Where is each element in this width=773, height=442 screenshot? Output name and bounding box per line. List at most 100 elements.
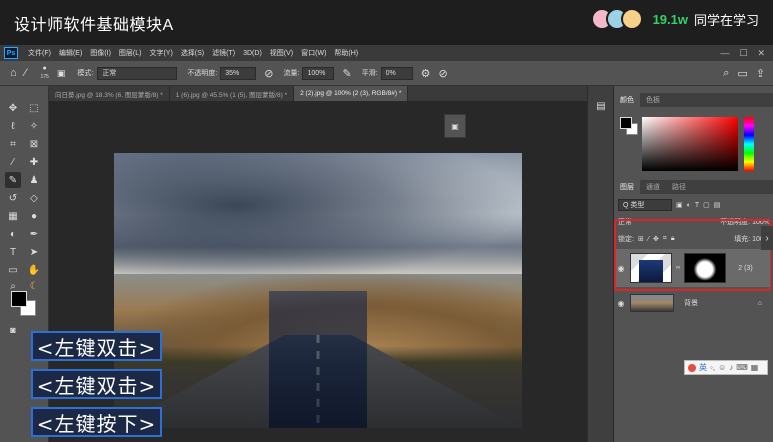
menu-select[interactable]: 选择(S)	[177, 48, 208, 58]
menu-filter[interactable]: 滤镜(T)	[208, 48, 239, 58]
ime-emoji-icon[interactable]: ☺	[718, 363, 726, 372]
tab-swatches[interactable]: 色板	[640, 95, 666, 105]
ime-mic-icon[interactable]: ♪	[729, 363, 733, 372]
brush-size: 175	[40, 74, 49, 80]
menu-view[interactable]: 视图(V)	[266, 48, 297, 58]
menu-window[interactable]: 窗口(W)	[297, 48, 330, 58]
tab-layers[interactable]: 图层	[614, 180, 640, 194]
chain-link-icon[interactable]: ∞	[676, 265, 680, 271]
home-icon[interactable]: ⌂	[10, 67, 17, 79]
gear-icon[interactable]: ⚙	[421, 67, 431, 80]
quick-select-icon[interactable]: ✧	[26, 118, 42, 134]
flow-label: 流量:	[283, 70, 300, 77]
history-panel-icon[interactable]: ▤	[593, 98, 609, 114]
move-tool-icon[interactable]: ✥	[5, 100, 21, 116]
tab-document-1[interactable]: 向日葵.jpg @ 18.3% (6, 图层蒙版/8) *	[49, 86, 170, 101]
filter-shape-icon[interactable]: ▢	[703, 201, 710, 209]
menu-layer[interactable]: 图层(L)	[115, 48, 146, 58]
banana-icon[interactable]: ☾	[26, 278, 42, 294]
history-brush-icon[interactable]: ↺	[5, 190, 21, 206]
foreground-color-swatch[interactable]	[11, 291, 27, 307]
tab-document-3[interactable]: 2 (2).jpg @ 100% (2 (3), RGB/8#) *	[294, 86, 409, 101]
eyedropper-icon[interactable]: ⁄	[5, 154, 21, 170]
filter-smart-icon[interactable]: ▤	[714, 201, 721, 209]
search-icon[interactable]: ⌕	[723, 67, 729, 80]
tab-document-2[interactable]: 1 (6).jpg @ 45.5% (1 (5), 图层蒙版/8) *	[170, 86, 295, 101]
smooth-input[interactable]: 0%	[380, 66, 413, 80]
menu-file[interactable]: 文件(F)	[24, 48, 55, 58]
share-icon[interactable]: ⇪	[756, 67, 765, 80]
workspace-icon[interactable]: ▭	[737, 67, 747, 80]
mode-value: 正常	[102, 70, 117, 77]
type-tool-icon[interactable]: T	[5, 244, 21, 260]
ime-keyboard-icon[interactable]: ⌨	[736, 363, 748, 372]
document-canvas[interactable]	[114, 153, 522, 428]
layer-row[interactable]: ◉ ∞ 2 (3)	[616, 249, 770, 287]
airbrush-icon[interactable]: ✎	[342, 67, 351, 80]
menu-image[interactable]: 图像(I)	[86, 48, 115, 58]
gradient-tool-icon[interactable]: ▦	[5, 208, 21, 224]
pen-tool-icon[interactable]: ✒	[26, 226, 42, 242]
ime-toolbar[interactable]: 英 ◦, ☺ ♪ ⌨ ▦	[684, 360, 768, 375]
tab-label: 1 (6).jpg @ 45.5% (1 (5), 图层蒙版/8) *	[175, 91, 288, 99]
dodge-tool-icon[interactable]: ◐	[5, 226, 21, 242]
collapse-panel-chevron-icon[interactable]: ›	[761, 226, 773, 250]
close-button[interactable]: ✕	[757, 48, 765, 59]
menu-3d[interactable]: 3D(D)	[239, 50, 266, 57]
healing-brush-icon[interactable]: ✚	[26, 154, 42, 170]
frame-tool-icon[interactable]: ⊠	[26, 136, 42, 152]
filter-pixel-icon[interactable]: ▣	[676, 201, 683, 209]
tab-paths[interactable]: 路径	[666, 182, 692, 192]
opacity-value: 35%	[225, 69, 240, 77]
brush-tool-icon[interactable]: ⁄	[25, 67, 27, 79]
layer-mask-thumbnail[interactable]	[684, 253, 727, 283]
pressure-opacity-icon[interactable]: ⊘	[264, 67, 273, 80]
menu-help[interactable]: 帮助(H)	[330, 48, 362, 58]
menu-edit[interactable]: 编辑(E)	[55, 48, 86, 58]
blur-tool-icon[interactable]: ●	[26, 208, 42, 224]
rectangle-tool-icon[interactable]: ▭	[5, 262, 21, 278]
brush-tool-icon[interactable]: ✎	[5, 172, 21, 188]
ime-language[interactable]: 英	[699, 362, 707, 373]
foreground-color-swatch[interactable]	[620, 117, 632, 129]
brush-panel-icon[interactable]: ▣	[57, 68, 66, 79]
navigator-button[interactable]: ▣	[444, 114, 466, 138]
layer-thumbnail[interactable]	[630, 253, 672, 283]
maximize-button[interactable]: ☐	[739, 48, 747, 59]
right-panels: 颜色 色板 图层 通道 路径 Q 类型 ▣ ◐ T ▢ ▤ 正常 不透明度: 1…	[613, 86, 773, 442]
path-select-icon[interactable]: ➤	[26, 244, 42, 260]
layers-filter-bar: Q 类型 ▣ ◐ T ▢ ▤	[618, 198, 770, 212]
brush-preset-picker[interactable]: ● 175	[41, 65, 49, 81]
crop-tool-icon[interactable]: ⌗	[5, 136, 21, 152]
visibility-eye-icon[interactable]: ◉	[616, 299, 626, 308]
filter-type-icon[interactable]: T	[695, 202, 699, 209]
visibility-eye-icon[interactable]: ◉	[616, 264, 626, 273]
avatar	[620, 8, 643, 30]
tab-color[interactable]: 颜色	[614, 93, 640, 107]
minimize-button[interactable]: —	[720, 48, 729, 59]
quick-mask-icon[interactable]: ◙	[5, 322, 21, 338]
layer-row[interactable]: ◉ 背景 ⌂	[616, 292, 770, 314]
layer-thumbnail[interactable]	[630, 294, 674, 312]
eraser-tool-icon[interactable]: ◇	[26, 190, 42, 206]
tab-channels[interactable]: 通道	[640, 182, 666, 192]
layer-filter-select[interactable]: Q 类型	[618, 199, 672, 211]
pressure-size-icon[interactable]: ⊘	[438, 67, 447, 80]
flow-input[interactable]: 100%	[302, 66, 335, 80]
lasso-tool-icon[interactable]: ℓ	[5, 118, 21, 134]
stamp-tool-icon[interactable]: ♟	[26, 172, 42, 188]
mode-select[interactable]: 正常	[97, 66, 178, 80]
filter-adjust-icon[interactable]: ◐	[687, 202, 691, 209]
opacity-input[interactable]: 35%	[220, 66, 257, 80]
hue-slider[interactable]	[744, 117, 754, 171]
ime-menu-icon[interactable]: ▦	[751, 363, 759, 372]
viewer-avatars	[590, 8, 643, 30]
color-picker-field[interactable]	[642, 117, 738, 171]
menu-type[interactable]: 文字(Y)	[145, 48, 176, 58]
smooth-value: 0%	[385, 69, 396, 77]
hand-tool-icon[interactable]: ✋	[26, 262, 42, 278]
ime-punct-icon[interactable]: ◦,	[710, 363, 715, 372]
marquee-tool-icon[interactable]: ⬚	[26, 100, 42, 116]
tab-label: 向日葵.jpg @ 18.3% (6, 图层蒙版/8) *	[55, 91, 163, 99]
brush-dot-icon: ●	[42, 65, 47, 72]
